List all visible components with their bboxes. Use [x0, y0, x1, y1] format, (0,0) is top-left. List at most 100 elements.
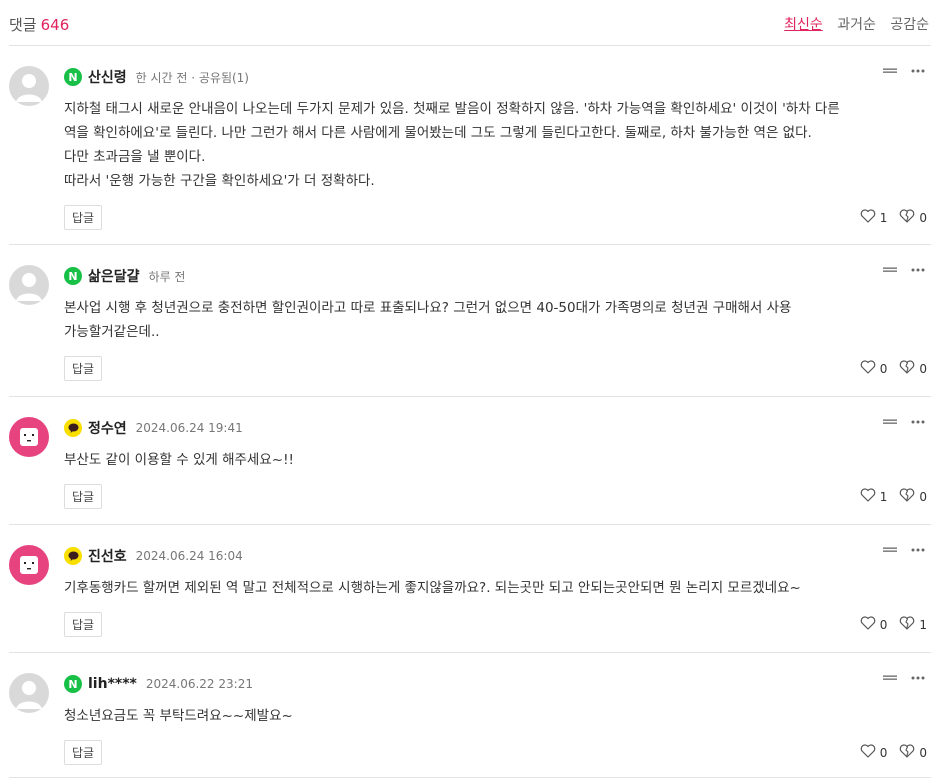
- like-count: 0: [879, 361, 888, 376]
- author-name[interactable]: 정수연: [88, 418, 127, 438]
- vote-group: 0 1: [848, 616, 927, 633]
- comment-text: 기후동행카드 할꺼면 제외된 역 말고 전체적으로 시행하는게 좋지않을까요?.…: [64, 580, 801, 596]
- comment-time: 한 시간 전 · 공유됨(1): [135, 70, 249, 85]
- comment-actions: [883, 675, 925, 681]
- author-name[interactable]: 산신령: [88, 67, 127, 87]
- avatar[interactable]: [9, 265, 49, 305]
- avatar[interactable]: [9, 417, 49, 457]
- dislike-count: 1: [919, 617, 927, 632]
- comment-time: 2024.06.22 23:21: [145, 677, 253, 691]
- comment-count-value: 646: [40, 16, 70, 34]
- dislike-button[interactable]: 0: [899, 209, 927, 226]
- comment-time: 2024.06.24 16:04: [135, 549, 243, 563]
- heart-icon: [860, 616, 876, 633]
- reply-button[interactable]: 답글: [64, 484, 102, 509]
- heart-icon: [860, 360, 876, 377]
- sort-latest[interactable]: 최신순: [784, 17, 823, 33]
- like-count: 0: [879, 617, 888, 632]
- comment-item: 진선호 2024.06.24 16:04 기후동행카드 할꺼면 제외된 역 말고…: [9, 525, 931, 653]
- comment-list: N 산신령 한 시간 전 · 공유됨(1) 지하철 태그시 새로운 안내음이 나…: [9, 46, 931, 778]
- heart-icon: [860, 488, 876, 505]
- like-button[interactable]: 0: [860, 616, 888, 633]
- vote-group: 1 0: [848, 488, 927, 505]
- reply-button[interactable]: 답글: [64, 612, 102, 637]
- broken-heart-icon: [899, 360, 915, 377]
- dislike-count: 0: [919, 745, 927, 760]
- menu-icon[interactable]: [883, 68, 897, 74]
- comment-item: 정수연 2024.06.24 19:41 부산도 같이 이용할 수 있게 해주세…: [9, 397, 931, 525]
- comment-count: 댓글 646: [9, 14, 69, 35]
- comment-count-label: 댓글: [9, 16, 37, 34]
- dislike-button[interactable]: 0: [899, 488, 927, 505]
- broken-heart-icon: [899, 616, 915, 633]
- comment-time: 2024.06.24 19:41: [135, 421, 243, 435]
- comment-meta: N 삶은달걀 하루 전: [64, 267, 185, 285]
- like-count: 1: [879, 489, 888, 504]
- comment-header: 댓글 646 최신순 과거순 공감순: [9, 0, 931, 46]
- sort-oldest[interactable]: 과거순: [837, 17, 876, 33]
- comment-item: N 산신령 한 시간 전 · 공유됨(1) 지하철 태그시 새로운 안내음이 나…: [9, 46, 931, 245]
- comment-meta: 진선호 2024.06.24 16:04: [64, 547, 243, 565]
- dislike-button[interactable]: 1: [899, 616, 927, 633]
- menu-icon[interactable]: [883, 547, 897, 553]
- menu-icon[interactable]: [883, 419, 897, 425]
- dislike-button[interactable]: 0: [899, 360, 927, 377]
- face-icon: [20, 428, 38, 446]
- vote-group: 0 0: [848, 360, 927, 377]
- author-name[interactable]: 삶은달걀: [88, 266, 140, 286]
- comment-meta: N 산신령 한 시간 전 · 공유됨(1): [64, 68, 249, 86]
- more-icon[interactable]: [911, 69, 925, 73]
- face-icon: [20, 556, 38, 574]
- comment-actions: [883, 547, 925, 553]
- heart-icon: [860, 209, 876, 226]
- vote-group: 1 0: [848, 209, 927, 226]
- naver-badge-icon: N: [64, 68, 82, 86]
- avatar[interactable]: [9, 545, 49, 585]
- vote-group: 0 0: [848, 744, 927, 761]
- reply-button[interactable]: 답글: [64, 356, 102, 381]
- naver-badge-icon: N: [64, 267, 82, 285]
- reply-button[interactable]: 답글: [64, 205, 102, 230]
- like-button[interactable]: 0: [860, 744, 888, 761]
- more-icon[interactable]: [911, 268, 925, 272]
- avatar[interactable]: [9, 66, 49, 106]
- comment-text: 청소년요금도 꼭 부탁드려요~~제발요~: [64, 708, 293, 724]
- author-name[interactable]: 진선호: [88, 546, 127, 566]
- comment-item: N 삶은달걀 하루 전 본사업 시행 후 청년권으로 충전하면 할인권이라고 따…: [9, 245, 931, 397]
- comment-text: 지하철 태그시 새로운 안내음이 나오는데 두가지 문제가 있음. 첫째로 발음…: [64, 101, 840, 189]
- like-count: 1: [879, 210, 888, 225]
- like-button[interactable]: 1: [860, 488, 888, 505]
- like-button[interactable]: 0: [860, 360, 888, 377]
- like-count: 0: [879, 745, 888, 760]
- comment-actions: [883, 267, 925, 273]
- avatar[interactable]: [9, 673, 49, 713]
- menu-icon[interactable]: [883, 675, 897, 681]
- kakao-badge-icon: [64, 547, 82, 565]
- reply-button[interactable]: 답글: [64, 740, 102, 765]
- dislike-button[interactable]: 0: [899, 744, 927, 761]
- more-icon[interactable]: [911, 548, 925, 552]
- comment-text: 본사업 시행 후 청년권으로 충전하면 할인권이라고 따로 표출되나요? 그런거…: [64, 300, 792, 340]
- dislike-count: 0: [919, 210, 927, 225]
- dislike-count: 0: [919, 489, 927, 504]
- comment-actions: [883, 419, 925, 425]
- default-profile-icon: [9, 681, 49, 717]
- comment-time: 하루 전: [148, 269, 186, 284]
- more-icon[interactable]: [911, 676, 925, 680]
- naver-badge-icon: N: [64, 675, 82, 693]
- more-icon[interactable]: [911, 420, 925, 424]
- comment-section: 댓글 646 최신순 과거순 공감순 N 산신령 한 시간 전 · 공유됨(1) …: [9, 0, 931, 778]
- sort-popular[interactable]: 공감순: [890, 17, 929, 33]
- menu-icon[interactable]: [883, 267, 897, 273]
- comment-item: N lih**** 2024.06.22 23:21 청소년요금도 꼭 부탁드려…: [9, 653, 931, 778]
- like-button[interactable]: 1: [860, 209, 888, 226]
- author-name[interactable]: lih****: [88, 676, 137, 692]
- heart-icon: [860, 744, 876, 761]
- sort-options: 최신순 과거순 공감순: [774, 14, 929, 34]
- broken-heart-icon: [899, 488, 915, 505]
- comment-text: 부산도 같이 이용할 수 있게 해주세요~!!: [64, 452, 294, 468]
- broken-heart-icon: [899, 209, 915, 226]
- comment-meta: N lih**** 2024.06.22 23:21: [64, 675, 253, 693]
- kakao-badge-icon: [64, 419, 82, 437]
- comment-actions: [883, 68, 925, 74]
